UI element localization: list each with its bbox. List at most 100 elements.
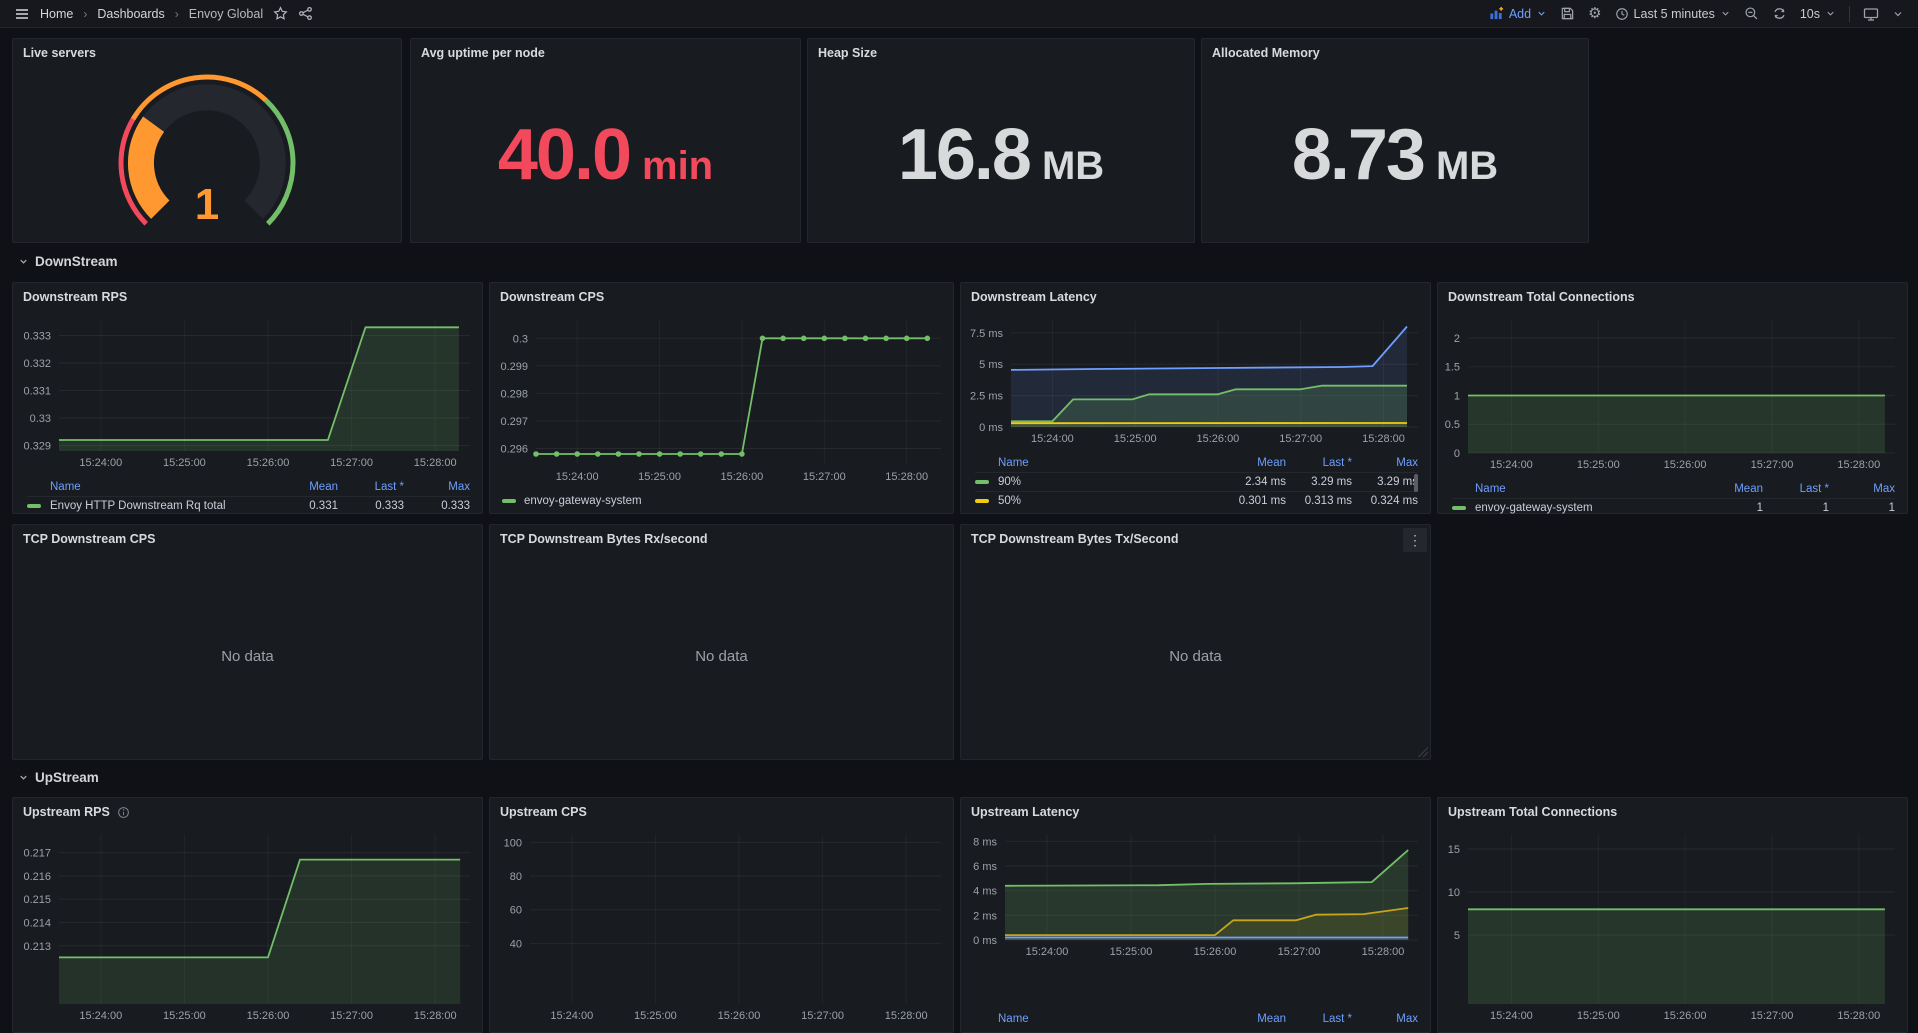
panel-title-text: Upstream RPS [23,805,110,819]
save-dashboard-icon[interactable] [1560,6,1575,21]
add-button[interactable]: Add [1489,6,1547,21]
panel-title[interactable]: Heap Size [808,39,1194,67]
panel-title[interactable]: TCP Downstream CPS [13,525,482,553]
hamburger-menu-icon[interactable] [14,6,30,22]
svg-text:15:25:00: 15:25:00 [638,471,681,483]
section-upstream[interactable]: UpStream [18,766,99,788]
legend-col-name[interactable]: Name [975,1013,1220,1025]
svg-text:15:24:00: 15:24:00 [1490,1010,1533,1022]
legend-col[interactable]: Max [1352,457,1418,469]
legend-scrollbar[interactable] [1414,474,1418,492]
legend-col[interactable]: Max [1829,483,1895,495]
panel-title[interactable]: Downstream CPS [490,283,953,311]
legend-header: NameMeanLast *Max [1452,480,1895,498]
panel-title[interactable]: TCP Downstream Bytes Tx/Second [961,525,1430,553]
svg-text:8 ms: 8 ms [973,836,997,848]
panel-upstream-cps: Upstream CPS 15:24:0015:25:0015:26:0015:… [489,797,954,1033]
svg-text:15:28:00: 15:28:00 [1362,946,1405,958]
downstream-cps-chart[interactable]: 15:24:0015:25:0015:26:0015:27:0015:28:00… [490,311,953,492]
svg-text:15:25:00: 15:25:00 [163,1010,206,1022]
panel-title[interactable]: Upstream Latency [961,798,1430,826]
breadcrumb-dashboards[interactable]: Dashboards [97,7,164,21]
info-icon[interactable] [117,806,130,819]
upstream-cps-chart[interactable]: 15:24:0015:25:0015:26:0015:27:0015:28:00… [490,826,953,1031]
breadcrumb-home[interactable]: Home [40,7,73,21]
refresh-icon[interactable] [1772,6,1787,21]
panel-title[interactable]: Upstream RPS [13,798,482,826]
panel-upstream-total-connections: Upstream Total Connections 15:24:0015:25… [1437,797,1908,1033]
chart-svg: 15:24:0015:25:0015:26:0015:27:0015:28:00… [490,311,951,487]
panel-title[interactable]: TCP Downstream Bytes Rx/second [490,525,953,553]
legend-value: 0.333 [404,500,470,512]
legend-col-name[interactable]: Name [27,481,272,493]
upstream-rps-chart[interactable]: 15:24:0015:25:0015:26:0015:27:0015:28:00… [13,826,482,1031]
downstream-total-connections-chart[interactable]: 15:24:0015:25:0015:26:0015:27:0015:28:00… [1438,311,1907,480]
panel-title-text: Downstream RPS [23,290,127,304]
legend-table: NameMeanLast *Max Envoy HTTP Downstream R… [27,478,470,515]
panel-title[interactable]: Allocated Memory [1202,39,1588,67]
legend-col[interactable]: Mean [1697,483,1763,495]
panel-heap-size: Heap Size 16.8 MB [807,38,1195,243]
upstream-total-connections-chart[interactable]: 15:24:0015:25:0015:26:0015:27:0015:28:00… [1438,826,1907,1031]
panel-menu-kebab-icon[interactable]: ⋮ [1403,528,1427,552]
panel-upstream-rps: Upstream RPS 15:24:0015:25:0015:26:0015:… [12,797,483,1033]
svg-text:15: 15 [1448,844,1460,856]
legend-series-name[interactable]: 90% [975,476,1220,488]
panel-title[interactable]: Avg uptime per node [411,39,800,67]
svg-text:0.331: 0.331 [23,386,51,398]
svg-text:15:26:00: 15:26:00 [718,1010,761,1022]
legend-item[interactable]: envoy-gateway-system [502,495,642,507]
legend-col[interactable]: Last * [1286,1013,1352,1025]
legend-series-name[interactable]: 50% [975,495,1220,507]
star-icon[interactable] [273,6,288,21]
section-label: DownStream [35,254,118,269]
panel-title[interactable]: Downstream RPS [13,283,482,311]
refresh-interval-dropdown[interactable]: 10s [1800,7,1836,21]
svg-text:1.5: 1.5 [1445,362,1460,374]
legend-col[interactable]: Mean [1220,457,1286,469]
panel-title[interactable]: Live servers [13,39,401,67]
downstream-rps-chart[interactable]: 15:24:0015:25:0015:26:0015:27:0015:28:00… [13,311,482,478]
legend-col[interactable]: Last * [1763,483,1829,495]
panel-title[interactable]: Upstream CPS [490,798,953,826]
stat-value: 16.8 [898,114,1030,196]
svg-text:15:25:00: 15:25:00 [1577,459,1620,471]
panel-title[interactable]: Downstream Total Connections [1438,283,1907,311]
legend-value: 3.29 ms [1286,476,1352,488]
legend-col-name[interactable]: Name [1452,483,1697,495]
legend-series-name[interactable]: Envoy HTTP Downstream Rq total [27,500,272,512]
legend-col[interactable]: Max [404,481,470,493]
chevron-down-icon [1536,8,1547,19]
time-range-picker[interactable]: Last 5 minutes [1615,7,1731,21]
svg-text:2 ms: 2 ms [973,910,997,922]
legend-col[interactable]: Mean [272,481,338,493]
legend-value: 0.301 ms [1220,495,1286,507]
stat-value-group: 16.8 MB [898,114,1104,196]
time-range-label: Last 5 minutes [1634,7,1715,21]
share-icon[interactable] [298,6,313,21]
chart-svg: 15:24:0015:25:0015:26:0015:27:0015:28:00… [961,311,1428,449]
gauge-svg: 1 [17,67,397,239]
dashboard-settings-gear-icon[interactable]: ⚙ [1588,6,1601,21]
chevron-down-icon[interactable] [1892,8,1904,20]
panel-title-text: TCP Downstream CPS [23,532,155,546]
svg-text:15:25:00: 15:25:00 [634,1010,677,1022]
legend-series-name[interactable]: envoy-gateway-system [1452,502,1697,514]
legend-col[interactable]: Last * [338,481,404,493]
legend-col[interactable]: Mean [1220,1013,1286,1025]
legend-col-name[interactable]: Name [975,457,1220,469]
tv-mode-icon[interactable] [1863,6,1879,22]
panel-upstream-latency: Upstream Latency 15:24:0015:25:0015:26:0… [960,797,1431,1033]
panel-title[interactable]: Upstream Total Connections [1438,798,1907,826]
legend-col[interactable]: Max [1352,1013,1418,1025]
zoom-out-time-icon[interactable] [1744,6,1759,21]
svg-text:0 ms: 0 ms [973,935,997,947]
panel-resize-handle[interactable] [1418,747,1428,757]
downstream-latency-chart[interactable]: 15:24:0015:25:0015:26:0015:27:0015:28:00… [961,311,1430,454]
svg-text:15:27:00: 15:27:00 [803,471,846,483]
upstream-latency-chart[interactable]: 15:24:0015:25:0015:26:0015:27:0015:28:00… [961,826,1430,967]
section-downstream[interactable]: DownStream [18,250,118,272]
svg-text:15:25:00: 15:25:00 [1114,433,1157,445]
panel-title[interactable]: Downstream Latency [961,283,1430,311]
legend-col[interactable]: Last * [1286,457,1352,469]
